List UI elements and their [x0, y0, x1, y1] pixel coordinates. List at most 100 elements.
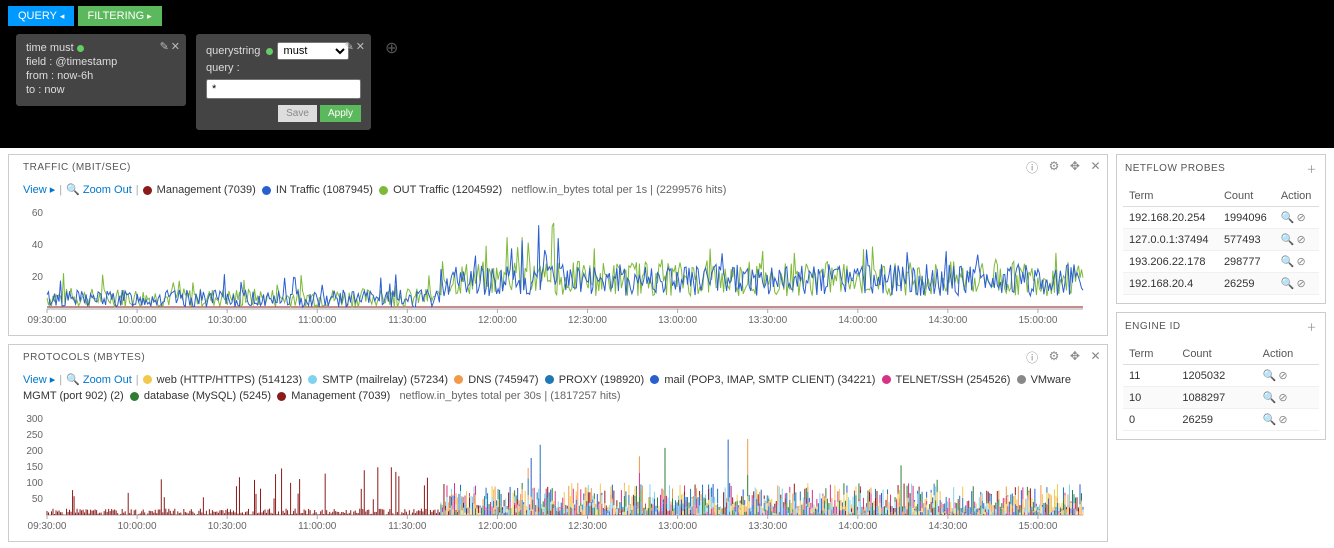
svg-text:15:00:00: 15:00:00: [1018, 315, 1057, 326]
search-icon[interactable]: 🔍: [1281, 278, 1295, 290]
legend-item[interactable]: TELNET/SSH (254526): [895, 374, 1010, 386]
legend-item[interactable]: PROXY (198920): [559, 374, 644, 386]
legend-item[interactable]: Management (7039): [157, 184, 256, 196]
add-icon[interactable]: ＋: [1307, 161, 1318, 176]
svg-text:09:30:00: 09:30:00: [28, 315, 67, 326]
engine-title: ENGINE ID: [1125, 321, 1181, 332]
svg-text:11:30:00: 11:30:00: [388, 315, 427, 326]
move-icon[interactable]: ✥: [1070, 159, 1081, 176]
info-icon[interactable]: ⓘ: [1026, 159, 1039, 176]
query-toggle-button[interactable]: QUERY◂: [8, 6, 74, 26]
query-input[interactable]: [206, 79, 361, 99]
apply-button[interactable]: Apply: [320, 105, 361, 122]
svg-text:11:00:00: 11:00:00: [298, 521, 337, 532]
count-cell: 1205032: [1176, 365, 1256, 387]
table-row: 026259🔍⊘: [1123, 409, 1319, 431]
time-filter-field: field : @timestamp: [26, 56, 176, 68]
term-cell: 127.0.0.1:37494: [1123, 229, 1218, 251]
svg-text:300: 300: [26, 414, 43, 425]
legend-item[interactable]: web (HTTP/HTTPS) (514123): [157, 374, 302, 386]
count-cell: 1994096: [1218, 207, 1275, 229]
svg-text:50: 50: [32, 494, 44, 505]
close-icon[interactable]: ✕: [1090, 159, 1101, 176]
gear-icon[interactable]: ⚙: [1049, 349, 1060, 366]
querystring-filter-box: ✎✕ querystring mustmust_noteither query …: [196, 34, 371, 130]
svg-text:13:00:00: 13:00:00: [658, 315, 697, 326]
close-icon[interactable]: ✕: [171, 41, 180, 53]
view-link[interactable]: View ▸: [23, 374, 55, 386]
exclude-icon[interactable]: ⊘: [1278, 370, 1287, 382]
exclude-icon[interactable]: ⊘: [1297, 278, 1306, 290]
col-header: Action: [1257, 344, 1319, 365]
time-filter-box: ✎✕ time must field : @timestamp from : n…: [16, 34, 186, 106]
term-cell: 11: [1123, 365, 1176, 387]
protocols-panel: PROTOCOLS (MBYTES) ⓘ ⚙ ✥ ✕ View ▸|🔍 Zoom…: [8, 344, 1108, 542]
search-icon[interactable]: 🔍: [1281, 256, 1295, 268]
caret-right-icon: ▸: [147, 11, 152, 21]
protocols-chart[interactable]: 5010015020025030009:30:0010:00:0010:30:0…: [19, 413, 1089, 533]
term-cell: 10: [1123, 387, 1176, 409]
filtering-toggle-button[interactable]: FILTERING▸: [78, 6, 162, 26]
svg-text:12:30:00: 12:30:00: [568, 521, 607, 532]
exclude-icon[interactable]: ⊘: [1278, 392, 1287, 404]
save-button[interactable]: Save: [278, 105, 317, 122]
search-icon[interactable]: 🔍: [1263, 414, 1277, 426]
svg-text:14:00:00: 14:00:00: [838, 315, 877, 326]
svg-text:10:30:00: 10:30:00: [208, 521, 247, 532]
add-filter-button[interactable]: ⊕: [385, 38, 398, 58]
legend-item[interactable]: IN Traffic (1087945): [276, 184, 373, 196]
table-row: 192.168.20.2541994096 🔍⊘: [1123, 207, 1319, 229]
svg-text:12:00:00: 12:00:00: [478, 315, 517, 326]
edit-icon[interactable]: ✎: [345, 41, 354, 53]
zoom-out-link[interactable]: 🔍 Zoom Out: [66, 374, 132, 386]
svg-text:60: 60: [32, 208, 44, 219]
legend-item[interactable]: mail (POP3, IMAP, SMTP CLIENT) (34221): [664, 374, 875, 386]
move-icon[interactable]: ✥: [1070, 349, 1081, 366]
close-icon[interactable]: ✕: [356, 41, 365, 53]
filtering-label: FILTERING: [88, 10, 145, 22]
exclude-icon[interactable]: ⊘: [1297, 212, 1306, 224]
table-row: 193.206.22.178298777🔍⊘: [1123, 251, 1319, 273]
status-dot-icon: [266, 48, 273, 55]
svg-text:200: 200: [26, 446, 43, 457]
svg-text:14:30:00: 14:30:00: [928, 521, 967, 532]
query-mode-select[interactable]: mustmust_noteither: [277, 42, 349, 60]
term-cell: 192.168.20.4: [1123, 273, 1218, 295]
gear-icon[interactable]: ⚙: [1049, 159, 1060, 176]
close-icon[interactable]: ✕: [1090, 349, 1101, 366]
search-icon[interactable]: 🔍: [1263, 392, 1277, 404]
col-header: Count: [1176, 344, 1256, 365]
view-link[interactable]: View ▸: [23, 184, 55, 196]
svg-text:100: 100: [26, 478, 43, 489]
legend-item[interactable]: DNS (745947): [468, 374, 538, 386]
top-filter-bar: QUERY◂ FILTERING▸ ✎✕ time must field : @…: [0, 0, 1334, 148]
exclude-icon[interactable]: ⊘: [1297, 234, 1306, 246]
table-row: 127.0.0.1:37494577493🔍⊘: [1123, 229, 1319, 251]
engine-table: TermCountAction111205032🔍⊘101088297🔍⊘026…: [1123, 344, 1319, 431]
term-cell: 192.168.20.254: [1123, 207, 1218, 229]
edit-icon[interactable]: ✎: [160, 41, 169, 53]
svg-text:20: 20: [32, 272, 44, 283]
legend-item[interactable]: database (MySQL) (5245): [144, 390, 271, 402]
add-icon[interactable]: ＋: [1307, 319, 1318, 334]
engine-id-panel: ENGINE ID ＋ TermCountAction111205032🔍⊘10…: [1116, 312, 1326, 440]
info-icon[interactable]: ⓘ: [1026, 349, 1039, 366]
svg-text:11:30:00: 11:30:00: [388, 521, 427, 532]
table-row: 111205032 🔍⊘: [1123, 365, 1319, 387]
legend-item[interactable]: OUT Traffic (1204592): [393, 184, 502, 196]
svg-text:14:00:00: 14:00:00: [838, 521, 877, 532]
traffic-title: TRAFFIC (MBIT/SEC): [23, 162, 131, 173]
time-filter-to: to : now: [26, 84, 176, 96]
query-label-text: query :: [206, 62, 361, 74]
search-icon[interactable]: 🔍: [1281, 212, 1295, 224]
exclude-icon[interactable]: ⊘: [1297, 256, 1306, 268]
legend-item[interactable]: Management (7039): [291, 390, 390, 402]
time-filter-title: time must: [26, 42, 74, 54]
traffic-chart[interactable]: 20406009:30:0010:00:0010:30:0011:00:0011…: [19, 207, 1089, 327]
zoom-out-link[interactable]: 🔍 Zoom Out: [66, 184, 132, 196]
search-icon[interactable]: 🔍: [1281, 234, 1295, 246]
search-icon[interactable]: 🔍: [1263, 370, 1277, 382]
exclude-icon[interactable]: ⊘: [1278, 414, 1287, 426]
netflow-title: NETFLOW PROBES: [1125, 163, 1225, 174]
legend-item[interactable]: SMTP (mailrelay) (57234): [322, 374, 448, 386]
